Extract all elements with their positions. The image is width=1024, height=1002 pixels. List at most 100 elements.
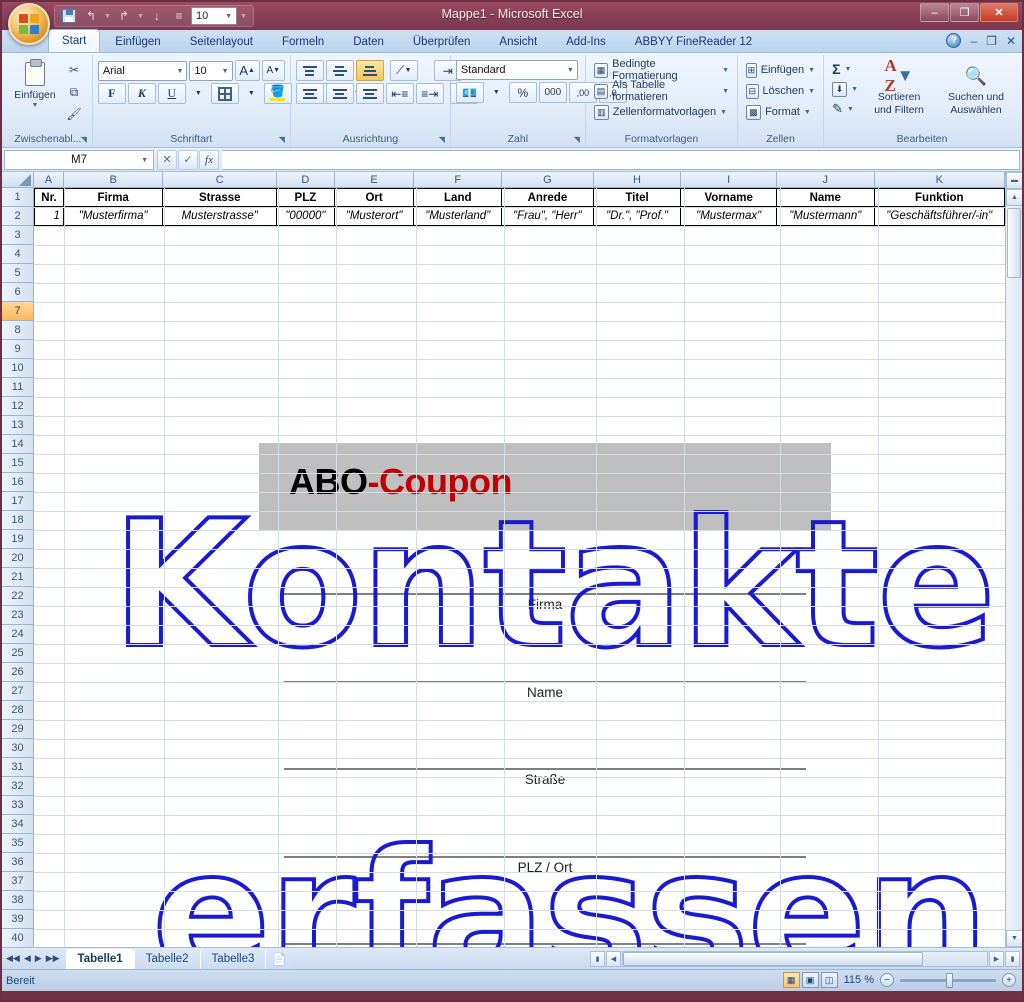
bold-button[interactable]: F <box>97 83 126 104</box>
tab-ueberpruefen[interactable]: Überprüfen <box>399 31 485 52</box>
column-header-E[interactable]: E <box>335 172 415 187</box>
tab-ansicht[interactable]: Ansicht <box>485 31 551 52</box>
workbook-restore-button[interactable]: ❐ <box>986 34 997 48</box>
sheet-tab-tabelle3[interactable]: Tabelle3 <box>199 948 266 969</box>
tab-formeln[interactable]: Formeln <box>268 31 338 52</box>
tab-add-ins[interactable]: Add-Ins <box>552 31 620 52</box>
column-header-A[interactable]: A <box>34 172 64 187</box>
tab-start[interactable]: Start <box>48 29 101 52</box>
number-format-combo[interactable]: Standard ▼ <box>455 60 578 80</box>
insert-sheet-button[interactable]: 📄 <box>265 948 293 969</box>
borders-dropdown-icon[interactable]: ▼ <box>241 83 262 104</box>
row-header-16[interactable]: 16 <box>2 473 33 492</box>
row-header-18[interactable]: 18 <box>2 511 33 530</box>
hscroll-end-handle[interactable]: ▮ <box>1005 950 1020 967</box>
alignment-dialog-launcher-icon[interactable]: ◥ <box>437 134 447 144</box>
row-header-5[interactable]: 5 <box>2 264 33 283</box>
row-header-14[interactable]: 14 <box>2 435 33 454</box>
italic-button[interactable]: K <box>127 83 156 104</box>
row-header-35[interactable]: 35 <box>2 834 33 853</box>
select-all-button[interactable] <box>2 172 34 188</box>
format-cells-button[interactable]: ▩ Format ▼ <box>743 102 818 122</box>
clipboard-dialog-launcher-icon[interactable]: ◥ <box>79 134 89 144</box>
view-normal-button[interactable]: ▦ <box>782 972 800 988</box>
row-header-8[interactable]: 8 <box>2 321 33 340</box>
row-header-24[interactable]: 24 <box>2 625 33 644</box>
horizontal-scrollbar[interactable]: ▮ ◀ ▶ ▮ <box>590 950 1020 967</box>
tab-seitenlayout[interactable]: Seitenlayout <box>176 31 267 52</box>
format-painter-button[interactable]: 🖌 <box>64 104 84 124</box>
horizontal-scroll-thumb[interactable] <box>623 951 923 966</box>
vertical-scrollbar[interactable]: ▬ ▲ ▼ <box>1005 172 1022 947</box>
cut-button[interactable]: ✂ <box>64 60 84 80</box>
help-icon[interactable]: ? <box>946 33 962 48</box>
cell-C2[interactable]: Musterstrasse" <box>163 207 278 226</box>
align-middle-button[interactable] <box>325 60 354 81</box>
row-header-21[interactable]: 21 <box>2 568 33 587</box>
row-header-30[interactable]: 30 <box>2 739 33 758</box>
view-page-break-button[interactable]: ◫ <box>820 972 838 988</box>
row-header-17[interactable]: 17 <box>2 492 33 511</box>
decrease-indent-button[interactable]: ⇤≡ <box>385 83 414 104</box>
find-select-button[interactable]: 🔍 Suchen und Auswählen <box>937 60 1015 117</box>
align-top-button[interactable] <box>295 60 324 81</box>
copy-button[interactable]: ⧉ <box>64 82 84 102</box>
cell-C1[interactable]: Strasse <box>163 188 278 207</box>
formula-input[interactable] <box>222 149 1020 170</box>
font-size-combo[interactable]: 10 ▼ <box>189 60 233 81</box>
row-header-31[interactable]: 31 <box>2 758 33 777</box>
font-name-combo[interactable]: Arial ▼ <box>97 60 188 81</box>
column-header-C[interactable]: C <box>163 172 277 187</box>
prev-sheet-button[interactable]: ◀ <box>24 953 31 964</box>
row-header-33[interactable]: 33 <box>2 796 33 815</box>
row-header-25[interactable]: 25 <box>2 644 33 663</box>
zoom-out-button[interactable]: − <box>880 973 894 987</box>
cell-E2[interactable]: "Musterort" <box>334 207 415 226</box>
enter-formula-button[interactable]: ✓ <box>178 149 198 170</box>
fill-button[interactable]: ⬇ ▼ <box>829 80 861 98</box>
currency-dropdown-icon[interactable]: ▼ <box>486 82 507 103</box>
workbook-minimize-button[interactable]: – <box>970 34 977 48</box>
autosum-button[interactable]: Σ ▼ <box>829 60 861 78</box>
row-header-20[interactable]: 20 <box>2 549 33 568</box>
scroll-up-button[interactable]: ▲ <box>1006 189 1022 206</box>
cell-F1[interactable]: Land <box>414 188 503 207</box>
column-header-G[interactable]: G <box>502 172 594 187</box>
row-header-15[interactable]: 15 <box>2 454 33 473</box>
row-header-7[interactable]: 7 <box>2 302 33 321</box>
hscroll-left-button[interactable]: ◀ <box>606 950 621 967</box>
grow-font-button[interactable]: A ▲ <box>234 60 260 81</box>
paste-dropdown-icon[interactable]: ▼ <box>32 102 39 109</box>
cell-I2[interactable]: "Mustermax" <box>681 207 777 226</box>
tab-einfuegen[interactable]: Einfügen <box>101 31 174 52</box>
zoom-slider-thumb[interactable] <box>946 972 953 988</box>
restore-button[interactable]: ❐ <box>950 3 979 22</box>
underline-button[interactable]: U <box>157 83 186 104</box>
sheet-tab-tabelle1[interactable]: Tabelle1 <box>65 948 134 969</box>
column-header-I[interactable]: I <box>681 172 777 187</box>
row-header-37[interactable]: 37 <box>2 872 33 891</box>
first-sheet-button[interactable]: ◀◀ <box>6 953 20 964</box>
cell-F2[interactable]: "Musterland" <box>414 207 503 226</box>
cell-J2[interactable]: "Mustermann" <box>776 207 875 226</box>
cell-A2[interactable]: 1 <box>34 207 64 226</box>
row-header-2[interactable]: 2 <box>2 207 33 226</box>
zoom-in-button[interactable]: + <box>1002 973 1016 987</box>
percent-button[interactable]: % <box>508 82 537 103</box>
column-header-F[interactable]: F <box>414 172 503 187</box>
cancel-formula-button[interactable]: ✕ <box>157 149 177 170</box>
row-header-28[interactable]: 28 <box>2 701 33 720</box>
insert-cells-button[interactable]: ⊞ Einfügen ▼ <box>743 60 818 80</box>
cell-K1[interactable]: Funktion <box>874 188 1005 207</box>
scroll-split-handle[interactable]: ▬ <box>1006 172 1022 189</box>
row-header-39[interactable]: 39 <box>2 910 33 929</box>
row-header-36[interactable]: 36 <box>2 853 33 872</box>
view-page-layout-button[interactable]: ▣ <box>801 972 819 988</box>
thousands-button[interactable]: 000 <box>538 82 567 103</box>
increase-indent-button[interactable]: ≡⇥ <box>415 83 444 104</box>
align-center-button[interactable] <box>325 83 354 104</box>
row-header-22[interactable]: 22 <box>2 587 33 606</box>
row-header-4[interactable]: 4 <box>2 245 33 264</box>
cell-I1[interactable]: Vorname <box>681 188 777 207</box>
paste-button[interactable]: Einfügen ▼ <box>9 58 61 109</box>
